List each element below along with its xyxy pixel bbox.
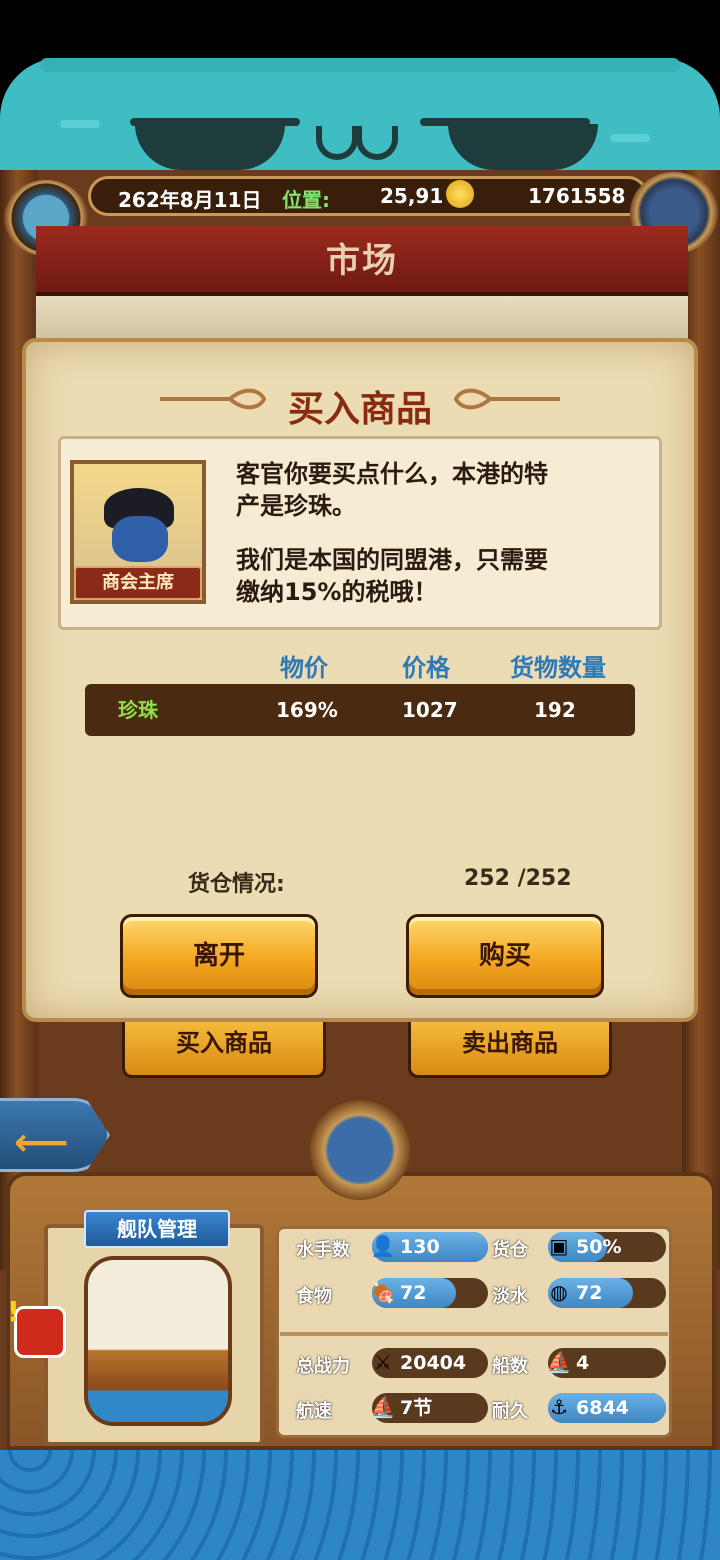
stat-label: 耐久 — [492, 1401, 528, 1422]
boat-icon: ⛵ — [546, 1350, 572, 1374]
crossed-swords-icon: ⚔ — [374, 1350, 392, 1374]
stat-bar: ⛵ 7节 — [371, 1393, 488, 1423]
stat-label: 食物 — [296, 1286, 332, 1307]
stat-label: 船数 — [492, 1356, 528, 1377]
game-screen: 262年8月11日 位置: 25,91 1761558 市场 买入商品 卖出商品… — [0, 0, 720, 1560]
stat-value: 50% — [576, 1236, 622, 1258]
goods-price: 1027 — [402, 698, 458, 722]
stat-value: 7节 — [400, 1397, 433, 1419]
gold-amount: 1761558 — [528, 184, 626, 208]
npc-role-tag: 商会主席 — [74, 566, 202, 600]
stat-value: 72 — [400, 1282, 427, 1304]
buy-goods-tab[interactable]: 买入商品 — [122, 1020, 326, 1078]
stats-divider — [280, 1332, 668, 1336]
sailor-icon: 👤 — [370, 1234, 396, 1258]
message-line: 缴纳15%的税哦！ — [236, 578, 438, 606]
column-price: 价格 — [402, 654, 450, 682]
stat-bar: 🍖 72 — [371, 1278, 488, 1308]
pirate-alert-icon[interactable] — [7, 1295, 66, 1358]
leave-button[interactable]: 离开 — [120, 914, 318, 998]
npc-face-icon — [112, 516, 168, 562]
cat-banner — [0, 58, 720, 176]
column-price-index: 物价 — [280, 654, 328, 682]
stat-bar: ⛵ 4 — [547, 1348, 666, 1378]
stat-value: 72 — [576, 1282, 603, 1304]
ship-navigation-icon[interactable] — [310, 1100, 410, 1200]
stat-label: 淡水 — [492, 1286, 528, 1307]
cat-eye-left — [135, 124, 285, 170]
buy-button[interactable]: 购买 — [406, 914, 604, 998]
water-jug-icon: ◍ — [550, 1280, 568, 1304]
goods-price-index: 169% — [276, 698, 338, 722]
stat-bar: ◍ 72 — [548, 1278, 666, 1308]
date-text: 262年8月11日 — [118, 188, 262, 212]
cat-whisker — [610, 134, 650, 142]
stat-value: 4 — [576, 1352, 590, 1374]
cat-eye-right — [448, 124, 598, 170]
screen-title: 市场 — [326, 241, 398, 281]
stat-bar: ⚔ 20404 — [372, 1348, 488, 1378]
goods-quantity: 192 — [534, 698, 576, 722]
goods-name: 珍珠 — [118, 698, 158, 722]
dialog-title: 买入商品 — [287, 389, 432, 430]
stat-label: 航速 — [296, 1401, 332, 1422]
ship-illustration[interactable] — [84, 1256, 232, 1426]
cargo-value: 252 /252 — [464, 866, 572, 891]
gold-coin-icon — [446, 180, 474, 208]
location-value: 25,91 — [380, 184, 444, 208]
stat-label: 总战力 — [296, 1356, 350, 1377]
stat-value: 20404 — [400, 1352, 467, 1374]
message-line: 我们是本国的同盟港，只需要 — [236, 546, 548, 574]
back-arrow-icon: ⟵ — [14, 1120, 69, 1164]
stat-bar: ▣ 50% — [548, 1232, 666, 1262]
npc-message: 客官你要买点什么，本港的特 产是珍珠。 我们是本国的同盟港，只需要 缴纳15%的… — [236, 458, 636, 608]
sell-goods-tab[interactable]: 卖出商品 — [408, 1020, 612, 1078]
stat-bar: 👤 130 — [371, 1232, 488, 1262]
stat-bar: ⚓ 6844 — [548, 1393, 666, 1423]
stat-label: 货仓 — [492, 1240, 528, 1261]
cargo-label: 货仓情况: — [188, 872, 285, 897]
screen-title-bar: 市场 — [36, 226, 688, 296]
stat-value: 130 — [400, 1236, 440, 1258]
sea-waves — [0, 1450, 720, 1560]
message-line: 产是珍珠。 — [236, 492, 356, 520]
repair-ship-icon: ⚓ — [550, 1395, 568, 1419]
location-label: 位置: — [282, 188, 330, 212]
crate-icon: ▣ — [549, 1234, 569, 1258]
message-line: 客官你要买点什么，本港的特 — [236, 460, 548, 488]
meat-icon: 🍖 — [370, 1280, 396, 1304]
stat-value: 6844 — [576, 1397, 629, 1419]
fleet-management-title[interactable]: 舰队管理 — [84, 1210, 230, 1248]
sail-ship-icon: ⛵ — [370, 1395, 396, 1419]
column-quantity: 货物数量 — [510, 654, 606, 682]
cat-whisker — [60, 120, 100, 128]
stat-label: 水手数 — [296, 1240, 350, 1261]
